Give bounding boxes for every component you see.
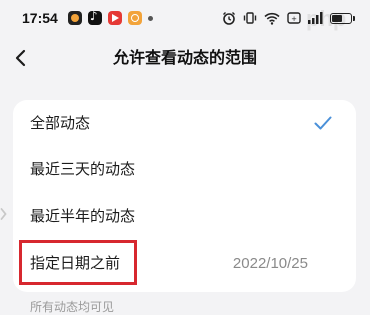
orange-app-icon (127, 11, 142, 25)
video-app-icon (107, 11, 122, 25)
status-bar: 17:54 + (0, 0, 370, 36)
selected-date[interactable]: 2022/10/25 (233, 240, 308, 287)
option-last-half-year[interactable]: 最近半年的动态 (13, 193, 356, 240)
side-drawer-handle[interactable] (0, 198, 10, 230)
svg-text:+: + (291, 15, 297, 23)
checkmark-icon (314, 115, 332, 134)
status-time: 17:54 (22, 10, 58, 26)
option-all-moments[interactable]: 全部动态 (13, 100, 356, 147)
visibility-options-card: 全部动态 最近三天的动态 最近半年的动态 指定日期之前 2022/10/25 (13, 100, 356, 292)
option-before-date[interactable]: 指定日期之前 2022/10/25 (13, 240, 356, 287)
page-title: 允许查看动态的范围 (112, 48, 257, 67)
battery-saver-icon: + (287, 11, 301, 25)
option-label: 最近三天的动态 (30, 160, 136, 178)
nav-bar: 允许查看动态的范围 (0, 36, 370, 80)
app-icon-a (67, 11, 82, 25)
vibrate-icon (243, 11, 257, 25)
option-label: 最近半年的动态 (30, 207, 136, 225)
option-label: 指定日期之前 (30, 254, 121, 272)
tiktok-icon (87, 9, 102, 25)
dot-icon (147, 15, 153, 21)
notification-icons (67, 9, 153, 25)
chevron-right-icon (0, 208, 7, 220)
option-label: 全部动态 (30, 114, 91, 132)
battery-fill (332, 14, 342, 22)
battery-icon (330, 12, 355, 24)
signal-icon (308, 12, 323, 24)
footer-note: 所有动态均可见 (30, 300, 115, 314)
option-last-three-days[interactable]: 最近三天的动态 (13, 146, 356, 193)
system-icons: + (222, 11, 355, 25)
wifi-icon (264, 12, 280, 25)
alarm-icon (222, 11, 236, 25)
